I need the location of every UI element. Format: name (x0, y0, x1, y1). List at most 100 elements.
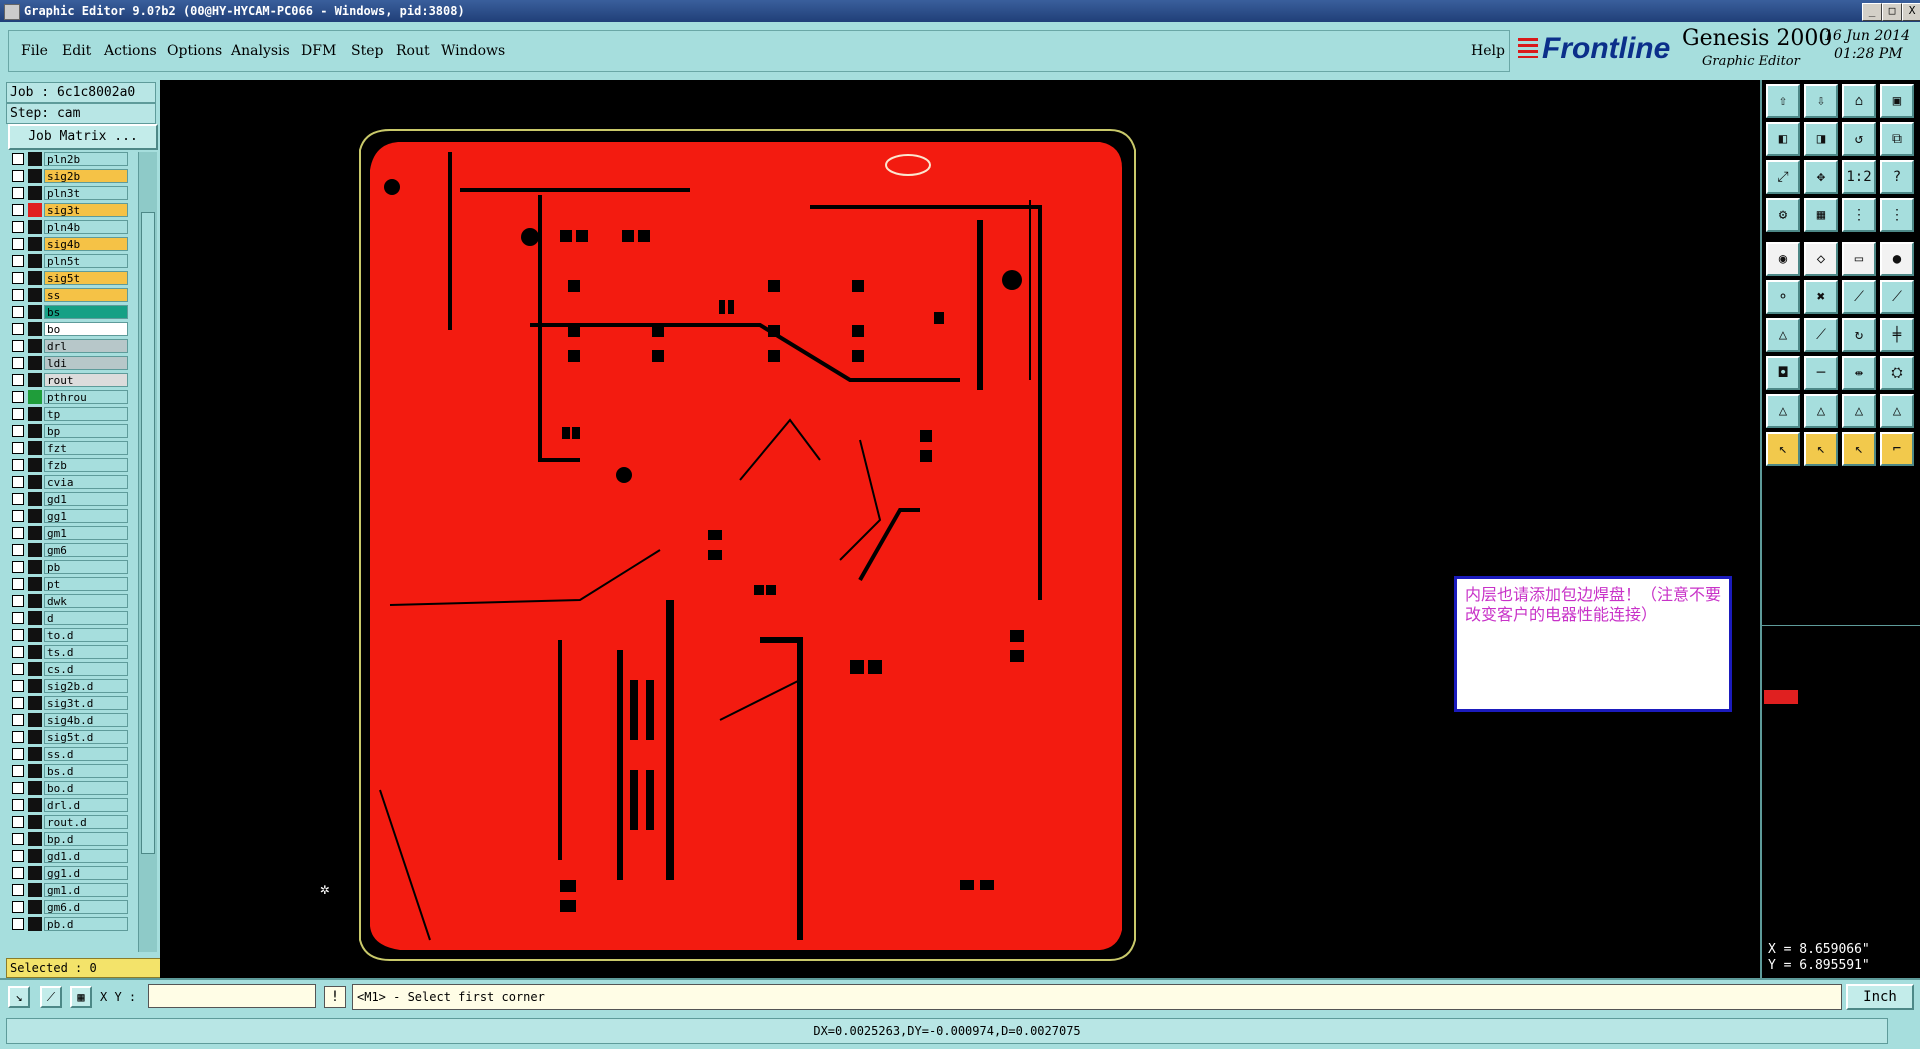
layer-checkbox[interactable] (12, 918, 24, 930)
tool-button-icon[interactable]: ◘ (1766, 356, 1800, 390)
tool-button-icon[interactable]: ⧉ (1880, 122, 1914, 156)
minimize-button[interactable]: _ (1862, 3, 1882, 21)
layer-name[interactable]: d (44, 611, 128, 625)
layer-name[interactable]: gm6 (44, 543, 128, 557)
maximize-button[interactable]: □ (1882, 3, 1902, 21)
layer-row[interactable]: to.d (8, 628, 128, 642)
tool-button-icon[interactable]: ⌂ (1842, 84, 1876, 118)
menu-options[interactable]: Options (167, 43, 222, 59)
layer-checkbox[interactable] (12, 748, 24, 760)
layer-name[interactable]: sig4b (44, 237, 128, 251)
layer-name[interactable]: ss (44, 288, 128, 302)
tool-button-icon[interactable]: ⇹ (1842, 356, 1876, 390)
layer-name[interactable]: bp (44, 424, 128, 438)
layer-checkbox[interactable] (12, 204, 24, 216)
tool-button-icon[interactable]: ✖ (1804, 280, 1838, 314)
tool-button-icon[interactable]: ▦ (1804, 198, 1838, 232)
snap-icon[interactable]: ↘ (8, 986, 30, 1008)
layer-name[interactable]: rout.d (44, 815, 128, 829)
close-button[interactable]: X (1902, 3, 1920, 21)
tool-button-icon[interactable]: ⌐ (1880, 432, 1914, 466)
layer-name[interactable]: pln4b (44, 220, 128, 234)
layer-checkbox[interactable] (12, 340, 24, 352)
layer-row[interactable]: cvia (8, 475, 128, 489)
layer-row[interactable]: drl.d (8, 798, 128, 812)
layer-checkbox[interactable] (12, 901, 24, 913)
layer-name[interactable]: sig2b (44, 169, 128, 183)
layer-row[interactable]: gg1 (8, 509, 128, 523)
layer-name[interactable]: gg1 (44, 509, 128, 523)
layer-checkbox[interactable] (12, 629, 24, 641)
layer-row[interactable]: ss (8, 288, 128, 302)
tool-button-icon[interactable]: ╪ (1880, 318, 1914, 352)
layer-name[interactable]: pln2b (44, 152, 128, 166)
tool-button-icon[interactable]: ▣ (1880, 84, 1914, 118)
layer-checkbox[interactable] (12, 782, 24, 794)
layer-name[interactable]: gd1 (44, 492, 128, 506)
layer-checkbox[interactable] (12, 476, 24, 488)
layer-row[interactable]: pt (8, 577, 128, 591)
layer-row[interactable]: bs.d (8, 764, 128, 778)
layer-checkbox[interactable] (12, 646, 24, 658)
layer-name[interactable]: gm1.d (44, 883, 128, 897)
layer-name[interactable]: pln5t (44, 254, 128, 268)
layer-checkbox[interactable] (12, 765, 24, 777)
tool-button-icon[interactable]: ↖ (1766, 432, 1800, 466)
tool-button-icon[interactable]: ⚬ (1766, 280, 1800, 314)
layer-row[interactable]: bo.d (8, 781, 128, 795)
layer-checkbox[interactable] (12, 153, 24, 165)
layer-name[interactable]: cs.d (44, 662, 128, 676)
layer-name[interactable]: sig5t (44, 271, 128, 285)
layer-name[interactable]: bp.d (44, 832, 128, 846)
layer-row[interactable]: rout.d (8, 815, 128, 829)
layer-name[interactable]: bs (44, 305, 128, 319)
layer-checkbox[interactable] (12, 442, 24, 454)
layer-name[interactable]: sig4b.d (44, 713, 128, 727)
layer-row[interactable]: cs.d (8, 662, 128, 676)
layer-row[interactable]: fzb (8, 458, 128, 472)
layer-row[interactable]: sig4b (8, 237, 128, 251)
layer-name[interactable]: bs.d (44, 764, 128, 778)
layer-name[interactable]: gd1.d (44, 849, 128, 863)
layer-row[interactable]: gd1.d (8, 849, 128, 863)
layer-name[interactable]: rout (44, 373, 128, 387)
layer-name[interactable]: pt (44, 577, 128, 591)
tool-button-icon[interactable]: ◨ (1804, 122, 1838, 156)
tool-button-icon[interactable]: ⤢ (1766, 160, 1800, 194)
tool-button-icon[interactable]: ↖ (1804, 432, 1838, 466)
layer-name[interactable]: sig2b.d (44, 679, 128, 693)
layer-checkbox[interactable] (12, 374, 24, 386)
tool-button-icon[interactable]: ⋮ (1880, 198, 1914, 232)
scrollbar-thumb[interactable] (141, 212, 155, 854)
tool-button-icon[interactable]: ✥ (1804, 160, 1838, 194)
layer-name[interactable]: pb.d (44, 917, 128, 931)
layer-row[interactable]: pthrou (8, 390, 128, 404)
menu-step[interactable]: Step (351, 43, 383, 59)
menu-windows[interactable]: Windows (441, 43, 505, 59)
layer-row[interactable]: sig4b.d (8, 713, 128, 727)
measure-icon[interactable]: ⟋ (40, 986, 62, 1008)
layer-row[interactable]: drl (8, 339, 128, 353)
layer-name[interactable]: fzt (44, 441, 128, 455)
tool-button-icon[interactable]: ⟋ (1880, 280, 1914, 314)
grid-icon[interactable]: ▦ (70, 986, 92, 1008)
tool-button-icon[interactable]: ◉ (1766, 242, 1800, 276)
tool-button-icon[interactable]: ↺ (1842, 122, 1876, 156)
xy-input[interactable] (148, 984, 316, 1008)
menu-actions[interactable]: Actions (104, 43, 157, 59)
menu-file[interactable]: File (21, 43, 48, 59)
layer-checkbox[interactable] (12, 357, 24, 369)
layer-checkbox[interactable] (12, 306, 24, 318)
layer-row[interactable]: gm6.d (8, 900, 128, 914)
tool-button-icon[interactable]: ⟋ (1804, 318, 1838, 352)
layer-checkbox[interactable] (12, 187, 24, 199)
layer-row[interactable]: bs (8, 305, 128, 319)
layer-checkbox[interactable] (12, 697, 24, 709)
layer-row[interactable]: gm1.d (8, 883, 128, 897)
tool-button-icon[interactable]: ◧ (1766, 122, 1800, 156)
layer-checkbox[interactable] (12, 408, 24, 420)
menu-edit[interactable]: Edit (62, 43, 91, 59)
layer-checkbox[interactable] (12, 680, 24, 692)
layer-name[interactable]: sig3t.d (44, 696, 128, 710)
unit-selector[interactable]: Inch (1846, 984, 1914, 1010)
